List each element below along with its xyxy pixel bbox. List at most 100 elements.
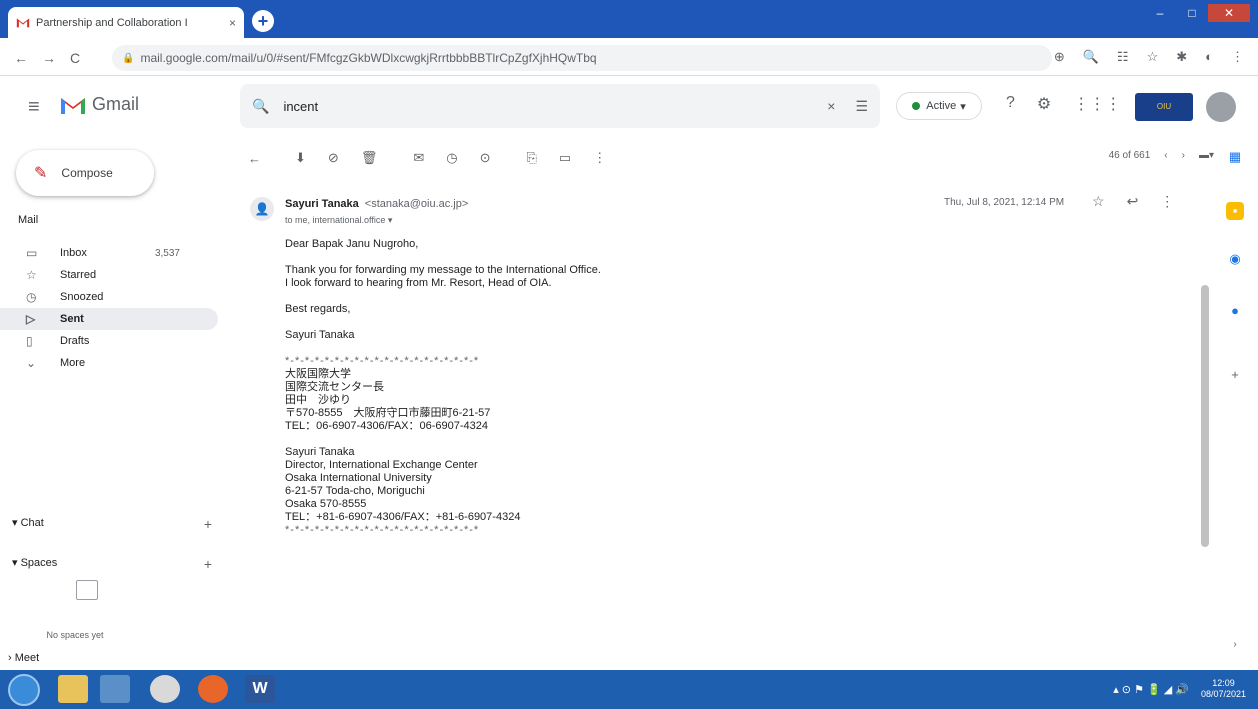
reply-icon[interactable]: ↩ xyxy=(1127,193,1139,210)
sidebar-item-inbox[interactable]: ▭ Inbox 3,537 xyxy=(0,242,218,264)
close-window-button[interactable]: ✕ xyxy=(1208,4,1250,22)
spaces-section[interactable]: ▾ Spaces + xyxy=(12,556,212,572)
spaces-empty-illustration-icon xyxy=(76,580,98,600)
body-line xyxy=(285,251,925,264)
back-icon[interactable]: ← xyxy=(14,50,28,66)
profile-icon[interactable]: ◐ xyxy=(1205,49,1213,65)
input-tools-icon[interactable]: ▬▾ xyxy=(1199,150,1214,161)
word-icon[interactable]: W xyxy=(245,675,275,703)
sidebar-item-snoozed[interactable]: ◷ Snoozed xyxy=(0,286,218,308)
browser-tab[interactable]: Partnership and Collaboration I × xyxy=(8,7,244,38)
add-addon-plus-icon[interactable]: + xyxy=(1226,366,1244,384)
search-options-icon[interactable]: ☰ xyxy=(855,98,868,115)
body-line: 〒570-8555 大阪府守口市藤田町6-21-57 xyxy=(285,407,491,419)
tasks-icon[interactable]: ◉ xyxy=(1226,250,1244,268)
address-bar-row: ← → C 🔒 mail.google.com/mail/u/0/#sent/F… xyxy=(0,38,1258,76)
keep-icon[interactable]: ▪ xyxy=(1226,202,1244,220)
tray-icons[interactable]: ▴ ⊙ ⚑ 🔋 ◢ 🔊 xyxy=(1113,683,1189,696)
system-clock[interactable]: 12:09 08/07/2021 xyxy=(1201,678,1246,700)
search-input[interactable]: incent xyxy=(283,99,827,114)
star-icon[interactable]: ☆ xyxy=(1092,193,1105,210)
body-line: Best regards, xyxy=(285,303,351,315)
apps-grid-icon[interactable]: ⋮⋮⋮ xyxy=(1073,94,1121,114)
chrome-icon[interactable] xyxy=(150,675,180,703)
extensions-puzzle-icon[interactable]: ✱ xyxy=(1176,49,1187,65)
header-icons: ? ⚙ ⋮⋮⋮ xyxy=(1006,94,1121,114)
main-menu-icon[interactable]: ≡ xyxy=(28,96,40,119)
extension-icon[interactable]: ☷ xyxy=(1117,49,1129,65)
new-space-plus-icon[interactable]: + xyxy=(204,556,212,572)
extension-icon[interactable]: ⊕ xyxy=(1054,49,1065,65)
file-explorer-icon[interactable] xyxy=(58,675,88,703)
sidebar-item-label: Sent xyxy=(60,313,84,325)
lock-icon: 🔒 xyxy=(122,52,135,64)
more-actions-icon[interactable]: ⋮ xyxy=(593,150,606,166)
help-icon[interactable]: ? xyxy=(1006,94,1015,114)
firefox-icon[interactable] xyxy=(198,675,228,703)
meet-section[interactable]: › Meet xyxy=(8,652,39,664)
sender-name[interactable]: Sayuri Tanaka xyxy=(285,198,359,210)
contacts-icon[interactable]: ● xyxy=(1226,302,1244,320)
media-player-icon[interactable] xyxy=(100,675,130,703)
reload-icon[interactable]: C xyxy=(70,50,80,66)
sender-avatar[interactable]: 👤 xyxy=(250,197,274,221)
calendar-icon[interactable]: ▦ xyxy=(1226,148,1244,166)
minimize-button[interactable]: – xyxy=(1144,4,1176,22)
move-to-icon[interactable]: ⎘ xyxy=(526,150,536,166)
sidebar-item-starred[interactable]: ☆ Starred xyxy=(0,264,218,286)
more-options-icon[interactable]: ⋮ xyxy=(1160,193,1174,210)
organization-logo[interactable]: OIU xyxy=(1135,93,1193,121)
gmail-logo[interactable]: Gmail xyxy=(60,94,139,115)
maximize-button[interactable]: □ xyxy=(1176,4,1208,22)
url-field[interactable]: 🔒 mail.google.com/mail/u/0/#sent/FMfcgzG… xyxy=(112,45,1052,71)
status-label: Active xyxy=(926,100,957,112)
add-to-tasks-icon[interactable]: ⊙ xyxy=(480,150,491,166)
message-toolbar: ← ⬇ ⊘ 🗑 ✉ ◷ ⊙ ⎘ ▭ ⋮ 46 of 661 ‹ › ▬▾ xyxy=(240,140,1220,176)
system-tray: ▴ ⊙ ⚑ 🔋 ◢ 🔊 12:09 08/07/2021 xyxy=(1113,678,1246,700)
tab-close-icon[interactable]: × xyxy=(229,16,236,30)
message-scrollbar[interactable] xyxy=(1201,285,1209,547)
snooze-icon[interactable]: ◷ xyxy=(446,150,457,166)
signature-divider: *-*-*-*-*-*-*-*-*-*-*-*-*-*-*-*-*-*-*-* xyxy=(285,355,480,367)
draft-icon: ▯ xyxy=(26,334,33,348)
account-avatar[interactable] xyxy=(1206,92,1236,122)
new-chat-plus-icon[interactable]: + xyxy=(204,516,212,532)
sidebar-item-sent[interactable]: ▷ Sent xyxy=(0,308,218,330)
report-spam-icon[interactable]: ⊘ xyxy=(328,150,339,166)
spaces-label: ▾ Spaces xyxy=(12,557,58,569)
chat-section[interactable]: ▾ Chat + xyxy=(12,516,212,532)
previous-icon[interactable]: ‹ xyxy=(1164,150,1167,161)
browser-menu-icon[interactable]: ⋮ xyxy=(1231,49,1244,65)
tab-title: Partnership and Collaboration I xyxy=(36,16,188,29)
body-line: 6-21-57 Toda-cho, Moriguchi xyxy=(285,485,425,497)
gmail-favicon-icon xyxy=(16,18,30,28)
zoom-icon[interactable]: 🔍 xyxy=(1083,49,1099,65)
compose-button[interactable]: ✎ Compose xyxy=(16,150,154,196)
sidebar-item-drafts[interactable]: ▯ Drafts xyxy=(0,330,218,352)
bookmark-star-icon[interactable]: ☆ xyxy=(1147,49,1159,65)
recipients-dropdown[interactable]: to me, international.office ▾ xyxy=(285,215,392,226)
settings-gear-icon[interactable]: ⚙ xyxy=(1037,94,1051,114)
search-icon[interactable]: 🔍 xyxy=(252,98,269,115)
new-tab-button[interactable]: + xyxy=(252,10,274,32)
mark-unread-icon[interactable]: ✉ xyxy=(413,150,424,166)
sidebar-item-more[interactable]: ⌄ More xyxy=(0,352,218,374)
archive-icon[interactable]: ⬇ xyxy=(295,150,306,166)
body-line xyxy=(285,316,925,329)
delete-icon[interactable]: 🗑 xyxy=(361,150,378,166)
clock-icon: ◷ xyxy=(26,290,37,304)
next-icon[interactable]: › xyxy=(1182,150,1185,161)
show-side-panel-icon[interactable]: › xyxy=(1226,636,1244,654)
clear-search-icon[interactable]: × xyxy=(827,98,835,114)
body-line: Sayuri Tanaka xyxy=(285,329,355,341)
url-text: mail.google.com/mail/u/0/#sent/FMfcgzGkb… xyxy=(140,51,597,65)
forward-icon[interactable]: → xyxy=(42,50,56,66)
start-button[interactable] xyxy=(8,674,40,706)
back-to-list-icon[interactable]: ← xyxy=(248,151,261,166)
body-line: Osaka International University xyxy=(285,472,432,484)
status-button[interactable]: Active ▾ xyxy=(896,92,982,120)
body-line xyxy=(285,290,925,303)
label-icon[interactable]: ▭ xyxy=(559,150,571,166)
body-line xyxy=(285,433,925,446)
search-bar[interactable]: 🔍 incent × ☰ xyxy=(240,84,880,128)
